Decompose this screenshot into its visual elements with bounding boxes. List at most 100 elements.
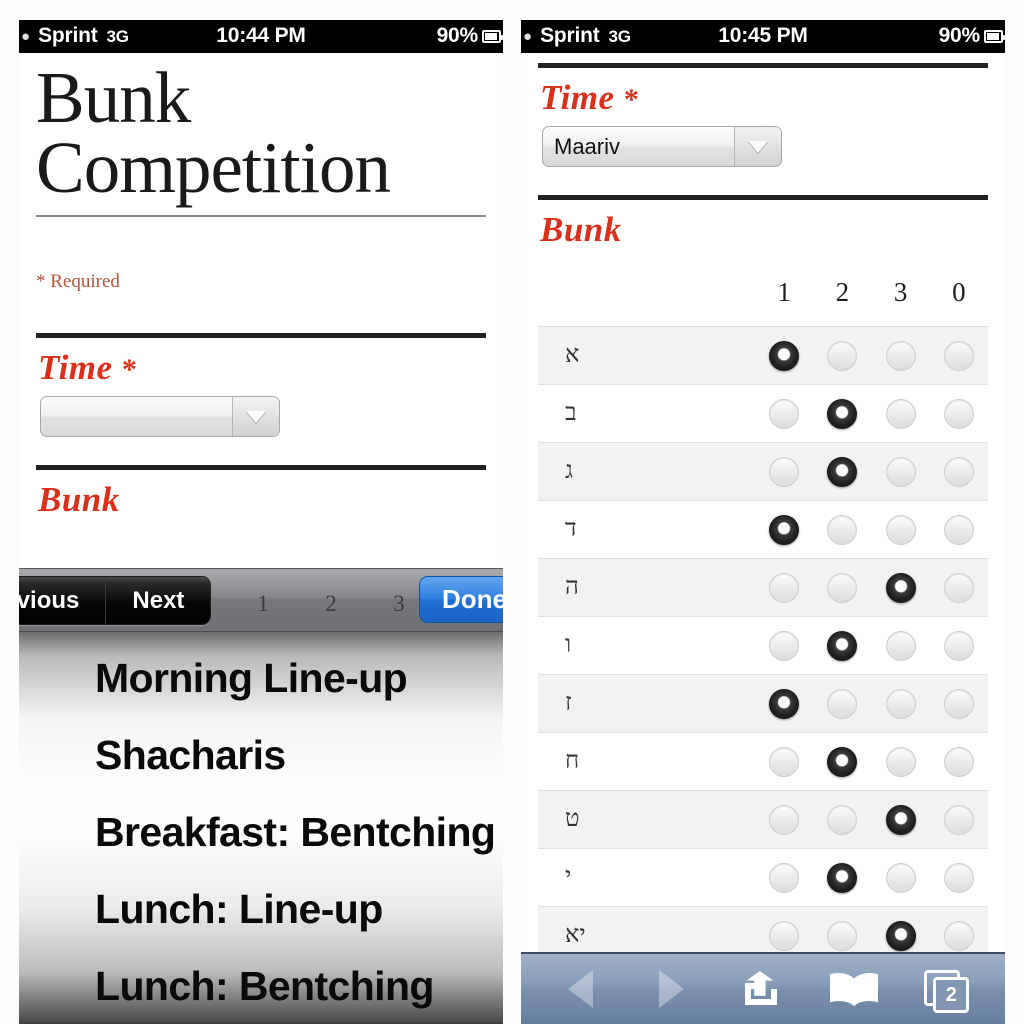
radio-unselected[interactable] [769, 572, 800, 603]
matrix-radio-cell[interactable] [813, 617, 871, 675]
matrix-radio-cell[interactable] [813, 326, 872, 385]
radio-selected[interactable] [885, 920, 916, 951]
matrix-radio-cell[interactable] [930, 501, 988, 559]
radio-unselected[interactable] [885, 514, 916, 545]
radio-unselected[interactable] [827, 572, 858, 603]
matrix-radio-cell[interactable] [813, 849, 871, 907]
matrix-radio-cell[interactable] [871, 674, 930, 733]
radio-selected[interactable] [827, 746, 858, 777]
radio-unselected[interactable] [943, 688, 974, 719]
picker-option[interactable]: Lunch: Bentching [19, 948, 503, 1024]
matrix-radio-cell[interactable] [872, 733, 930, 791]
matrix-radio-cell[interactable] [755, 558, 814, 617]
radio-unselected[interactable] [769, 456, 800, 487]
radio-unselected[interactable] [769, 630, 800, 661]
radio-unselected[interactable] [827, 920, 858, 951]
radio-selected[interactable] [769, 688, 800, 719]
matrix-radio-cell[interactable] [813, 442, 872, 501]
picker-option[interactable]: Lunch: Line-up [19, 871, 503, 948]
matrix-radio-cell[interactable] [755, 385, 813, 443]
radio-selected[interactable] [827, 456, 858, 487]
matrix-radio-cell[interactable] [930, 385, 988, 443]
radio-unselected[interactable] [885, 746, 916, 777]
matrix-radio-cell[interactable] [813, 501, 871, 559]
radio-unselected[interactable] [885, 630, 916, 661]
radio-unselected[interactable] [769, 920, 800, 951]
matrix-radio-cell[interactable] [755, 849, 813, 907]
radio-selected[interactable] [827, 398, 858, 429]
matrix-radio-cell[interactable] [871, 558, 930, 617]
matrix-radio-cell[interactable] [929, 442, 988, 501]
prev-next-segmented-control[interactable]: Previous Next [19, 576, 212, 625]
previous-button[interactable]: Previous [19, 577, 106, 624]
matrix-radio-cell[interactable] [872, 501, 930, 559]
back-button[interactable] [544, 964, 618, 1014]
radio-unselected[interactable] [827, 340, 858, 371]
radio-unselected[interactable] [943, 746, 974, 777]
matrix-radio-cell[interactable] [755, 674, 814, 733]
radio-selected[interactable] [769, 340, 800, 371]
radio-unselected[interactable] [827, 804, 858, 835]
radio-unselected[interactable] [885, 862, 916, 893]
matrix-radio-cell[interactable] [871, 790, 930, 849]
radio-unselected[interactable] [943, 862, 974, 893]
time-select[interactable] [40, 396, 280, 438]
matrix-radio-cell[interactable] [930, 617, 988, 675]
tabs-button[interactable]: 2 [908, 964, 982, 1014]
radio-unselected[interactable] [885, 398, 916, 429]
matrix-radio-cell[interactable] [929, 558, 988, 617]
radio-unselected[interactable] [943, 514, 974, 545]
radio-unselected[interactable] [769, 746, 800, 777]
picker-wheel[interactable]: Morning Line-up Shacharis Breakfast: Ben… [19, 632, 503, 1024]
radio-unselected[interactable] [943, 572, 974, 603]
next-button[interactable]: Next [105, 577, 211, 624]
matrix-radio-cell[interactable] [929, 326, 988, 385]
matrix-radio-cell[interactable] [755, 326, 814, 385]
radio-unselected[interactable] [943, 456, 974, 487]
matrix-radio-cell[interactable] [813, 733, 871, 791]
matrix-radio-cell[interactable] [755, 617, 813, 675]
radio-unselected[interactable] [769, 804, 800, 835]
forward-button[interactable] [635, 964, 709, 1014]
radio-selected[interactable] [827, 862, 858, 893]
matrix-radio-cell[interactable] [813, 790, 872, 849]
matrix-radio-cell[interactable] [813, 385, 871, 443]
radio-unselected[interactable] [827, 514, 858, 545]
matrix-radio-cell[interactable] [929, 790, 988, 849]
radio-unselected[interactable] [885, 340, 916, 371]
radio-selected[interactable] [885, 572, 916, 603]
radio-unselected[interactable] [943, 398, 974, 429]
radio-unselected[interactable] [769, 862, 800, 893]
radio-unselected[interactable] [885, 688, 916, 719]
radio-selected[interactable] [885, 804, 916, 835]
matrix-radio-cell[interactable] [755, 501, 813, 559]
picker-option[interactable]: Shacharis [19, 717, 503, 794]
radio-unselected[interactable] [943, 920, 974, 951]
matrix-radio-cell[interactable] [929, 674, 988, 733]
matrix-radio-cell[interactable] [871, 442, 930, 501]
radio-unselected[interactable] [943, 340, 974, 371]
matrix-radio-cell[interactable] [871, 326, 930, 385]
matrix-radio-cell[interactable] [813, 674, 872, 733]
matrix-radio-cell[interactable] [755, 790, 814, 849]
radio-selected[interactable] [769, 514, 800, 545]
matrix-radio-cell[interactable] [872, 385, 930, 443]
matrix-radio-cell[interactable] [930, 849, 988, 907]
done-button[interactable]: Done [419, 576, 503, 623]
matrix-radio-cell[interactable] [872, 849, 930, 907]
radio-unselected[interactable] [943, 630, 974, 661]
matrix-radio-cell[interactable] [872, 617, 930, 675]
picker-option[interactable]: Morning Line-up [19, 640, 503, 717]
bookmarks-button[interactable] [817, 964, 891, 1014]
time-select[interactable]: Maariv [542, 126, 782, 167]
matrix-radio-cell[interactable] [755, 442, 814, 501]
matrix-radio-cell[interactable] [813, 558, 872, 617]
radio-unselected[interactable] [769, 398, 800, 429]
matrix-radio-cell[interactable] [755, 733, 813, 791]
radio-unselected[interactable] [943, 804, 974, 835]
matrix-radio-cell[interactable] [930, 733, 988, 791]
picker-option[interactable]: Breakfast: Bentching [19, 794, 503, 871]
radio-unselected[interactable] [827, 688, 858, 719]
share-button[interactable] [726, 964, 800, 1014]
radio-unselected[interactable] [885, 456, 916, 487]
